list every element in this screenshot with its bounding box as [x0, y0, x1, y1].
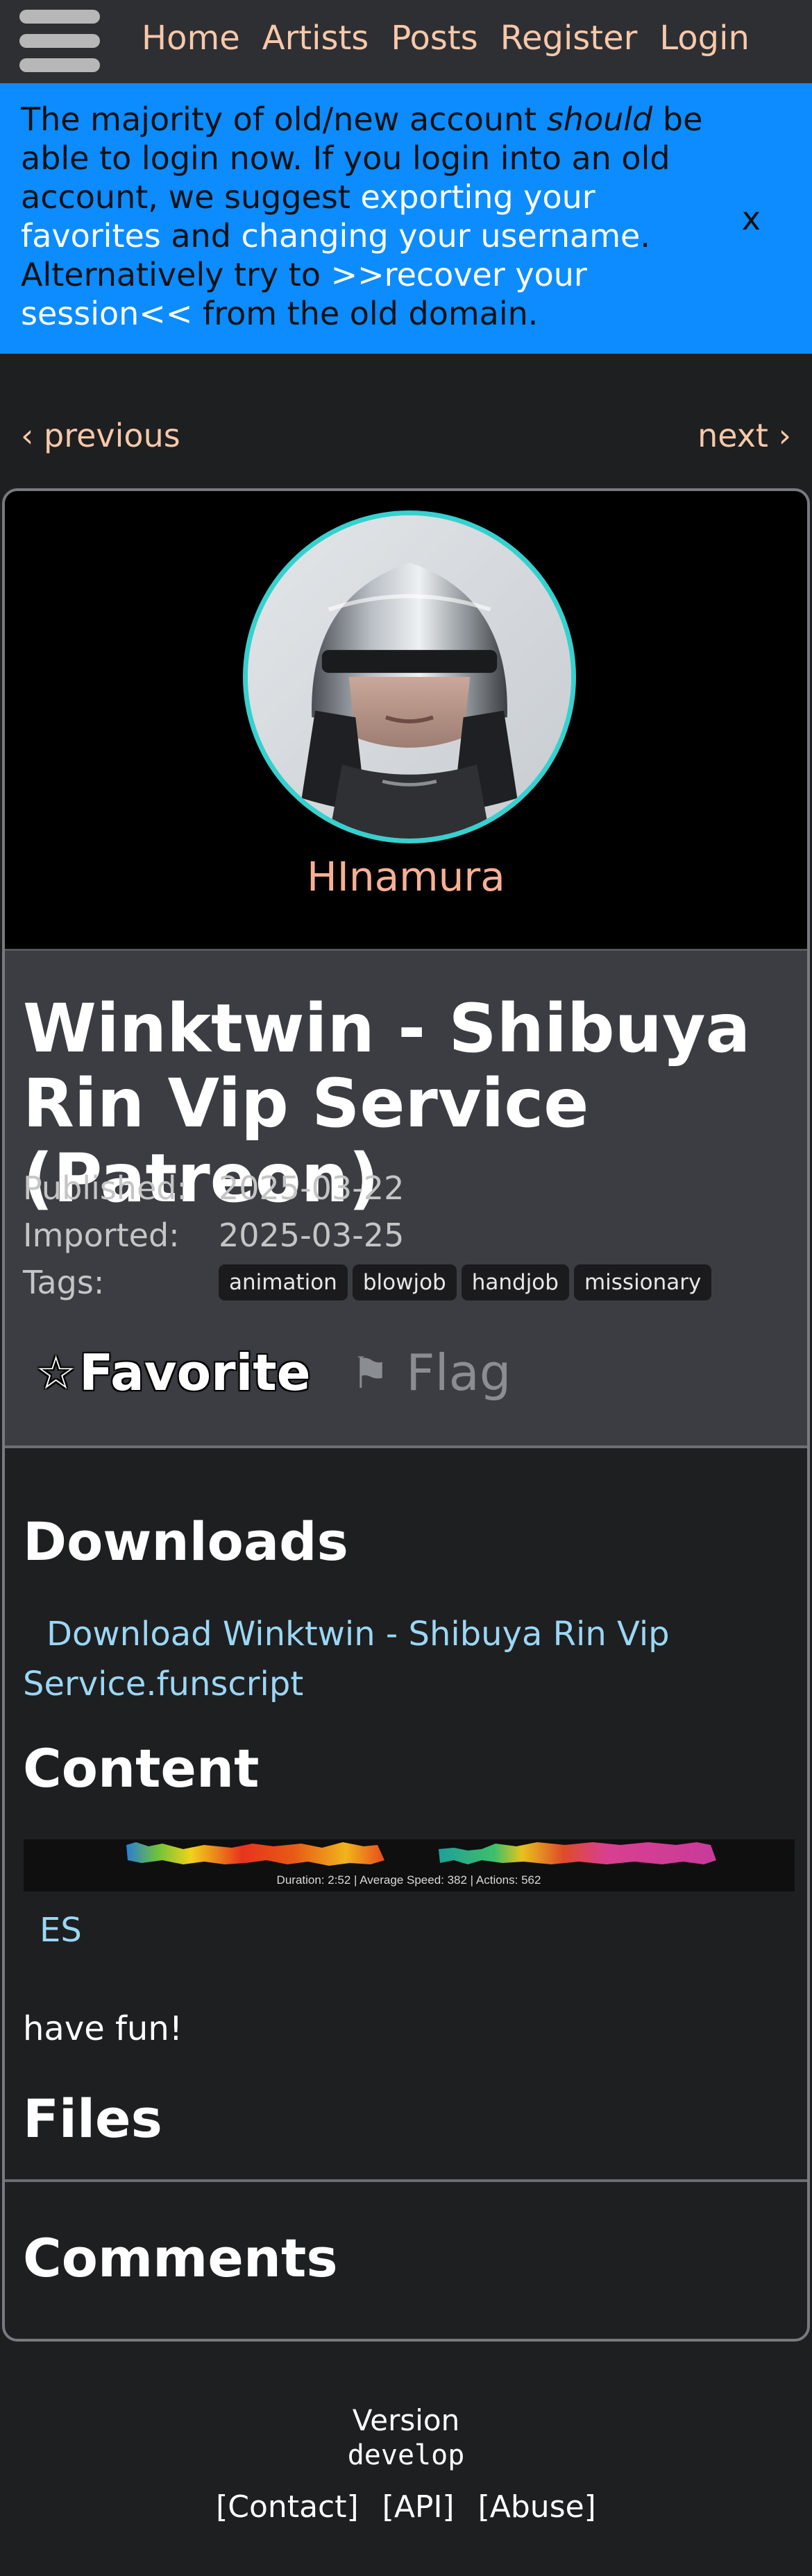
artist-banner[interactable]: HInamura: [5, 491, 807, 949]
footer-contact-link[interactable]: [Contact]: [216, 2487, 359, 2527]
announcement-text: The majority of old/new account should b…: [21, 101, 703, 332]
artist-avatar[interactable]: [243, 510, 576, 843]
nav-home-link[interactable]: Home: [142, 15, 240, 61]
tag-animation[interactable]: animation: [219, 1264, 348, 1300]
close-announcement-button[interactable]: x: [742, 200, 761, 237]
downloads-heading: Downloads: [23, 1511, 348, 1572]
post-pager: ‹ previous next ›: [0, 413, 812, 458]
footer-version-value: develop: [347, 2439, 465, 2471]
tag-handjob[interactable]: handjob: [461, 1264, 569, 1300]
flag-label: Flag: [406, 1343, 511, 1402]
flag-button[interactable]: ⚑ Flag: [351, 1343, 511, 1402]
content-heading: Content: [23, 1737, 260, 1799]
artist-name[interactable]: HInamura: [5, 852, 807, 902]
announcement-banner: The majority of old/new account should b…: [0, 83, 812, 354]
robot-helmet-avatar-image: [248, 515, 571, 839]
post-actions: ☆ Favorite ⚑ Flag: [35, 1343, 511, 1402]
footer-api-link[interactable]: [API]: [382, 2487, 455, 2527]
change-username-link[interactable]: changing your username: [242, 217, 641, 255]
files-heading: Files: [23, 2088, 162, 2149]
star-outline-icon: ☆: [35, 1346, 77, 1400]
published-label: Published:: [23, 1169, 187, 1207]
tag-list: animation blowjob handjob missionary: [219, 1264, 716, 1300]
comments-heading: Comments: [23, 2227, 338, 2289]
next-post-link[interactable]: next ›: [697, 413, 791, 458]
nav-posts-link[interactable]: Posts: [391, 15, 477, 61]
footer-version-label: Version: [352, 2403, 460, 2437]
download-funscript-link[interactable]: Download Winktwin - Shibuya Rin Vip Serv…: [23, 1609, 717, 1709]
hamburger-menu-icon[interactable]: [19, 8, 100, 74]
es-link[interactable]: ES: [40, 1909, 82, 1952]
funscript-heatmap-image[interactable]: Duration: 2:52 | Average Speed: 382 | Ac…: [24, 1839, 795, 1891]
top-navbar: Home Artists Posts Register Login: [0, 0, 812, 83]
section-divider: [5, 2179, 807, 2182]
favorite-label: Favorite: [79, 1343, 311, 1402]
nav-login-link[interactable]: Login: [659, 15, 750, 61]
favorite-button[interactable]: ☆ Favorite: [35, 1343, 311, 1402]
nav-artists-link[interactable]: Artists: [262, 15, 369, 61]
imported-row: Imported: 2025-03-25: [23, 1214, 404, 1256]
heatmap-graphic: Duration: 2:52 | Average Speed: 382 | Ac…: [24, 1839, 795, 1891]
previous-post-link[interactable]: ‹ previous: [21, 413, 180, 458]
published-date: 2025-03-22: [219, 1169, 405, 1207]
flag-icon: ⚑: [350, 1347, 390, 1398]
post-card: HInamura Winktwin - Shibuya Rin Vip Serv…: [2, 488, 810, 2342]
published-row: Published: 2025-03-22: [23, 1167, 404, 1209]
imported-date: 2025-03-25: [219, 1217, 405, 1254]
post-info-panel: Winktwin - Shibuya Rin Vip Service (Patr…: [5, 949, 807, 1448]
footer-abuse-link[interactable]: [Abuse]: [478, 2487, 596, 2527]
nav-register-link[interactable]: Register: [500, 15, 638, 61]
tag-missionary[interactable]: missionary: [573, 1264, 712, 1300]
post-body-text: have fun!: [23, 2009, 183, 2048]
footer-links: [Contact] [API] [Abuse]: [0, 2487, 812, 2527]
tags-label: Tags:: [23, 1264, 105, 1301]
imported-label: Imported:: [23, 1217, 180, 1254]
nav-links: Home Artists Posts Register Login: [142, 15, 772, 61]
heatmap-caption: Duration: 2:52 | Average Speed: 382 | Ac…: [277, 1873, 541, 1887]
tag-blowjob[interactable]: blowjob: [352, 1264, 457, 1300]
tags-row: Tags: animation blowjob handjob missiona…: [23, 1262, 716, 1303]
